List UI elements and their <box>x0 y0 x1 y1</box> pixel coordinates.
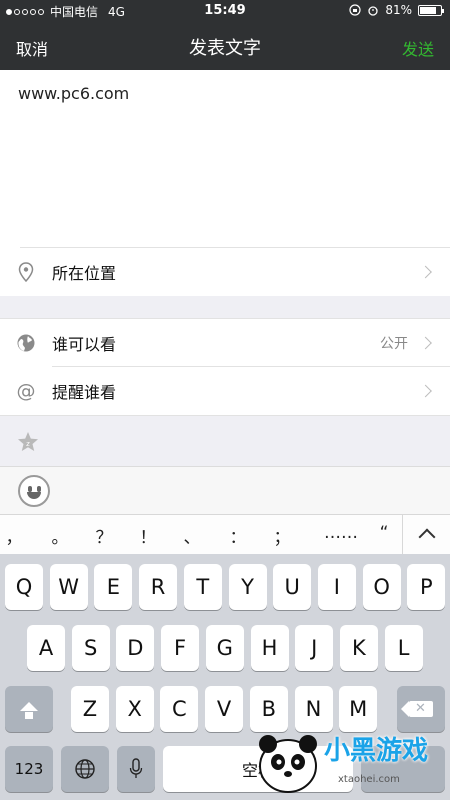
key-q[interactable]: Q <box>5 564 43 610</box>
key-u[interactable]: U <box>273 564 312 610</box>
visibility-row[interactable]: 谁可以看 公开 <box>0 318 450 366</box>
svg-text:z: z <box>26 440 30 448</box>
key-y[interactable]: Y <box>228 564 267 610</box>
page-title: 发表文字 <box>189 38 261 59</box>
key-r[interactable]: R <box>139 564 178 610</box>
visibility-label: 谁可以看 <box>52 334 117 354</box>
location-label: 所在位置 <box>52 264 117 283</box>
key-x[interactable]: X <box>115 686 154 732</box>
punctuation-key[interactable]: …… <box>318 523 364 543</box>
shift-icon <box>20 701 38 711</box>
key-t[interactable]: T <box>183 564 222 610</box>
key-c[interactable]: C <box>160 686 199 732</box>
status-bar: 中国电信 4G 15:49 81% <box>0 0 450 22</box>
punctuation-key[interactable]: 。 <box>45 523 75 548</box>
key-g[interactable]: G <box>205 625 244 671</box>
key-v[interactable]: V <box>205 686 244 732</box>
language-key[interactable] <box>61 746 109 792</box>
visibility-value: 公开 <box>380 335 408 352</box>
send-button[interactable]: 发送 <box>402 36 434 60</box>
key-e[interactable]: E <box>94 564 133 610</box>
globe-icon <box>16 333 36 353</box>
key-d[interactable]: D <box>116 625 155 671</box>
mention-label: 提醒谁看 <box>52 383 117 402</box>
battery-level <box>420 6 436 14</box>
punctuation-key[interactable]: ， <box>0 523 29 548</box>
key-j[interactable]: J <box>295 625 334 671</box>
toolbar-area: z <box>0 415 450 466</box>
key-i[interactable]: I <box>317 564 356 610</box>
watermark-url: xtaohei.com <box>338 774 400 785</box>
location-pin-icon <box>16 262 36 282</box>
star-icon[interactable]: z <box>16 430 40 458</box>
key-a[interactable]: A <box>27 625 65 671</box>
key-z[interactable]: Z <box>71 686 109 732</box>
chevron-right-icon <box>419 336 432 349</box>
shift-key[interactable] <box>5 686 53 732</box>
section-gap <box>0 296 450 318</box>
compose-textarea[interactable]: www.pc6.com <box>0 70 450 248</box>
key-w[interactable]: W <box>49 564 88 610</box>
watermark-text: 小黑游戏 <box>324 736 429 766</box>
key-p[interactable]: P <box>407 564 446 610</box>
navigation-bar: 取消 发表文字 发送 <box>0 22 450 70</box>
smiley-face-icon[interactable] <box>18 475 50 507</box>
punctuation-bar: “…… ； ： 、 ！ ？ 。 ， <box>0 514 450 555</box>
emoji-bar <box>0 466 450 514</box>
microphone-icon <box>129 758 143 778</box>
watermark: 小黑游戏 xtaohei.com <box>246 722 446 796</box>
punctuation-key[interactable]: ？ <box>89 523 119 548</box>
key-o[interactable]: O <box>362 564 401 610</box>
rotation-lock-icon <box>349 4 361 16</box>
at-icon: @ <box>16 380 36 402</box>
mention-row[interactable]: @ 提醒谁看 <box>0 367 450 415</box>
backspace-icon: ✕ <box>401 701 433 717</box>
key-k[interactable]: K <box>339 625 378 671</box>
battery-icon <box>418 4 444 16</box>
key-l[interactable]: L <box>384 625 423 671</box>
location-row[interactable]: 所在位置 <box>0 248 450 296</box>
key-f[interactable]: F <box>161 625 200 671</box>
collapse-keyboard-button[interactable] <box>402 515 450 555</box>
dictation-key[interactable] <box>117 746 155 792</box>
globe-icon <box>75 759 95 779</box>
punctuation-key[interactable]: ： <box>223 523 253 548</box>
alarm-icon <box>368 6 378 16</box>
status-right: 81% <box>349 3 444 17</box>
numbers-key[interactable]: 123 <box>5 746 53 792</box>
compose-text: www.pc6.com <box>18 84 130 103</box>
chevron-up-icon <box>418 528 436 546</box>
punctuation-key[interactable]: “ <box>369 523 399 543</box>
punctuation-key[interactable]: 、 <box>177 523 207 548</box>
punctuation-key[interactable]: ！ <box>133 523 163 548</box>
battery-percent: 81% <box>385 3 412 17</box>
key-s[interactable]: S <box>71 625 110 671</box>
chevron-right-icon <box>419 384 432 398</box>
chevron-right-icon <box>419 265 432 279</box>
key-h[interactable]: H <box>250 625 289 671</box>
punctuation-key[interactable]: ； <box>267 523 297 548</box>
